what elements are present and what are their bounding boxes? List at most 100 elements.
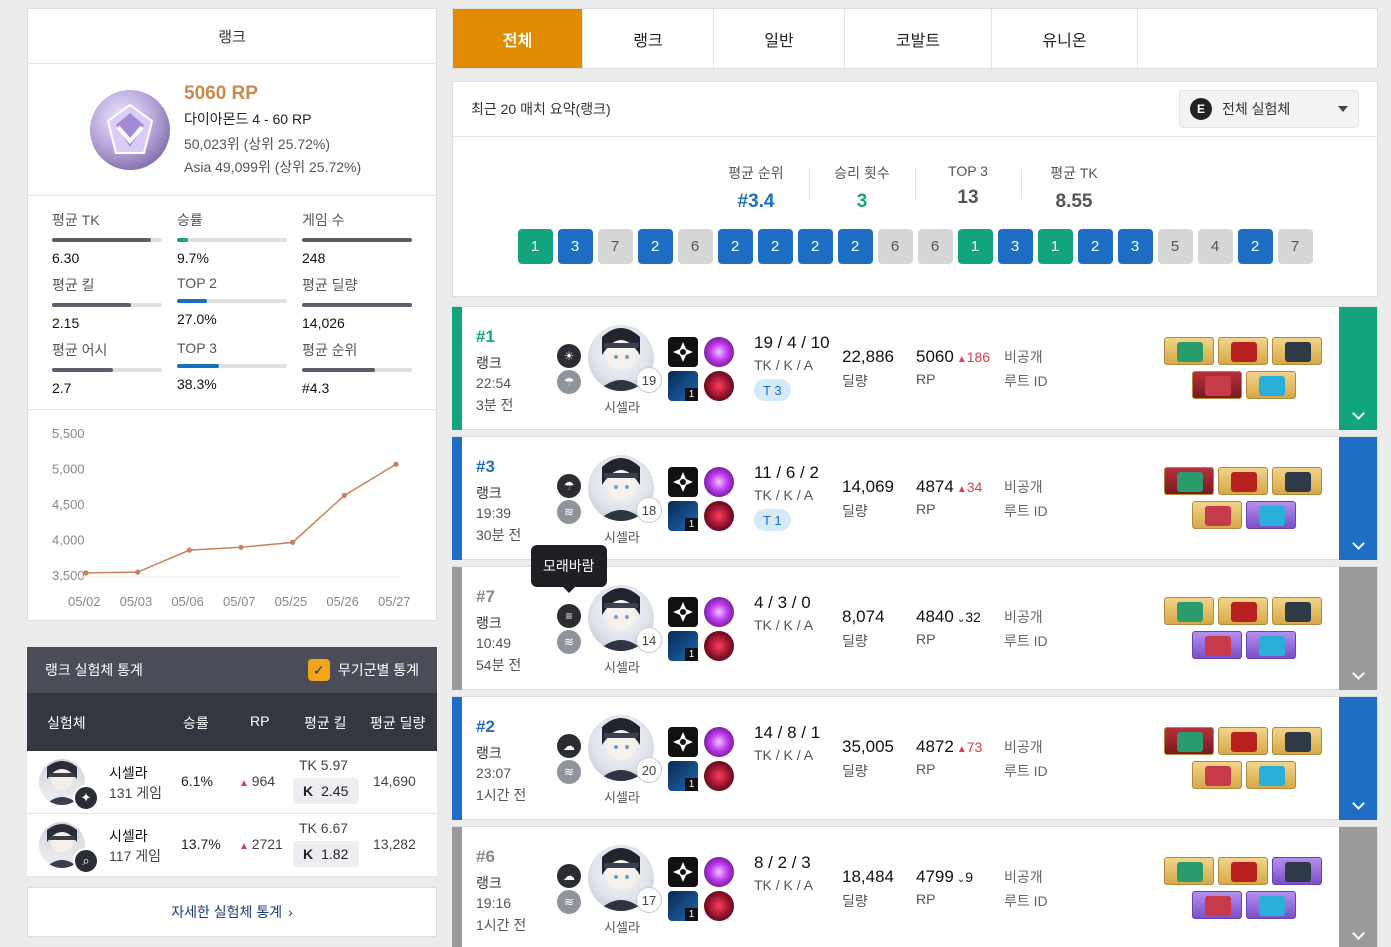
tab-4[interactable]: 유니온 <box>992 9 1138 68</box>
col-avg-dmg[interactable]: 평균 딜량 <box>370 713 425 733</box>
character-filter-select[interactable]: E 전체 실험체 <box>1179 90 1359 128</box>
placement-box[interactable]: 2 <box>837 229 873 264</box>
placement-box[interactable]: 6 <box>877 229 913 264</box>
tab-3[interactable]: 코발트 <box>845 9 992 68</box>
tab-0[interactable]: 전체 <box>453 9 583 68</box>
item-icon[interactable] <box>1218 597 1268 625</box>
match-route-id[interactable]: 루트 ID <box>1004 371 1048 391</box>
col-winrate[interactable]: 승률 <box>183 713 209 733</box>
placement-box[interactable]: 3 <box>557 229 593 264</box>
expand-match-button[interactable] <box>1339 437 1377 560</box>
item-icon[interactable] <box>1272 727 1322 755</box>
item-icon[interactable] <box>1218 467 1268 495</box>
item-icon[interactable] <box>1192 371 1242 399</box>
rp-data-point[interactable] <box>238 544 244 550</box>
match-ago: 30분 전 <box>476 527 522 543</box>
item-icon[interactable] <box>1192 891 1242 919</box>
rp-data-point[interactable] <box>393 461 399 467</box>
placement-box[interactable]: 5 <box>1157 229 1193 264</box>
placement-box[interactable]: 1 <box>1037 229 1073 264</box>
placement-box[interactable]: 3 <box>1117 229 1153 264</box>
placement-box[interactable]: 2 <box>1237 229 1273 264</box>
match-card[interactable]: #1 랭크 22:54 3분 전 ☀ ☂ 19 시셀라 1 19 / 4 / 10 TK / K /… <box>452 306 1378 430</box>
rp-data-point[interactable] <box>290 539 296 545</box>
item-icon[interactable] <box>1272 597 1322 625</box>
item-icon[interactable] <box>1246 631 1296 659</box>
item-icon[interactable] <box>1192 501 1242 529</box>
col-avg-kill[interactable]: 평균 킬 <box>304 713 347 733</box>
match-ago: 1시간 전 <box>476 917 527 933</box>
exp-stats-row[interactable]: ✦ 시셀라 131 게임 6.1% ▲ 964 TK 5.97 K 2.45 14,690 <box>27 751 437 814</box>
item-icon[interactable] <box>1164 597 1214 625</box>
tab-2[interactable]: 일반 <box>714 9 845 68</box>
placement-box[interactable]: 2 <box>717 229 753 264</box>
expand-match-button[interactable] <box>1339 307 1377 430</box>
item-icon[interactable] <box>1218 857 1268 885</box>
item-icon[interactable] <box>1246 761 1296 789</box>
wind-icon[interactable]: ≋ <box>557 760 581 784</box>
tab-1[interactable]: 랭크 <box>583 9 714 68</box>
placement-box[interactable]: 2 <box>797 229 833 264</box>
col-rp[interactable]: RP <box>250 713 269 729</box>
placement-box[interactable]: 6 <box>677 229 713 264</box>
expand-match-button[interactable] <box>1339 827 1377 947</box>
rain-cloud-icon[interactable]: ☂ <box>557 474 581 498</box>
item-icon[interactable] <box>1164 337 1214 365</box>
match-route-id[interactable]: 루트 ID <box>1004 761 1048 781</box>
placement-box[interactable]: 7 <box>1277 229 1313 264</box>
rp-data-point[interactable] <box>83 570 89 576</box>
item-icon[interactable] <box>1164 727 1214 755</box>
placement-box[interactable]: 6 <box>917 229 953 264</box>
item-icon[interactable] <box>1164 467 1214 495</box>
placement-box[interactable]: 4 <box>1197 229 1233 264</box>
match-card[interactable]: #2 랭크 23:07 1시간 전 ☁ ≋ 20 시셀라 1 14 / 8 / 1 TK / K /… <box>452 696 1378 820</box>
rain-cloud-icon[interactable]: ☂ <box>557 370 581 394</box>
global-rank: 50,023위 (상위 25.72%) <box>184 135 331 152</box>
match-route-id[interactable]: 루트 ID <box>1004 891 1048 911</box>
rp-data-point[interactable] <box>186 547 192 553</box>
placement-box[interactable]: 1 <box>517 229 553 264</box>
placement-box[interactable]: 2 <box>757 229 793 264</box>
item-icon[interactable] <box>1272 467 1322 495</box>
item-icon[interactable] <box>1164 857 1214 885</box>
item-icon[interactable] <box>1218 337 1268 365</box>
item-icon[interactable] <box>1246 501 1296 529</box>
match-card[interactable]: #6 랭크 19:16 1시간 전 ☁ ≋ 17 시셀라 1 8 / 2 / 3 TK / K / … <box>452 826 1378 947</box>
wind-icon[interactable]: ≋ <box>557 630 581 654</box>
item-icon[interactable] <box>1192 761 1242 789</box>
placement-box[interactable]: 1 <box>957 229 993 264</box>
cloud-icon[interactable]: ☁ <box>557 864 581 888</box>
match-card[interactable]: #3 랭크 19:39 30분 전 ☂ ≋ 18 시셀라 1 11 / 6 / 2 TK / K /… <box>452 436 1378 560</box>
placement-box[interactable]: 3 <box>997 229 1033 264</box>
placement-box[interactable]: 7 <box>597 229 633 264</box>
match-route-id[interactable]: 루트 ID <box>1004 631 1048 651</box>
expand-match-button[interactable] <box>1339 697 1377 820</box>
item-icon[interactable] <box>1192 631 1242 659</box>
wind-icon[interactable]: ≋ <box>557 890 581 914</box>
match-route-id[interactable]: 루트 ID <box>1004 501 1048 521</box>
rp-data-point[interactable] <box>341 492 347 499</box>
placement-box[interactable]: 2 <box>1077 229 1113 264</box>
placement-box[interactable]: 2 <box>637 229 673 264</box>
sun-icon[interactable]: ☀ <box>557 344 581 368</box>
item-glyph <box>1259 636 1285 656</box>
item-glyph <box>1205 636 1231 656</box>
exp-stats-row[interactable]: ⌕ 시셀라 117 게임 13.7% ▲ 2721 TK 6.67 K 1.82 13,282 <box>27 814 437 877</box>
sandstorm-icon[interactable]: ≡ <box>557 604 581 628</box>
item-glyph <box>1205 506 1231 526</box>
match-time: 10:49 <box>476 635 512 651</box>
item-icon[interactable] <box>1246 891 1296 919</box>
col-char[interactable]: 실험체 <box>47 713 86 733</box>
item-icon[interactable] <box>1218 727 1268 755</box>
item-icon[interactable] <box>1246 371 1296 399</box>
tactical-skill-level: 1 <box>685 908 698 921</box>
item-icon[interactable] <box>1272 337 1322 365</box>
weapon-stats-toggle[interactable]: ✓ 무기군별 통계 <box>307 659 419 681</box>
item-icon[interactable] <box>1272 857 1322 885</box>
rp-data-point[interactable] <box>135 569 141 575</box>
wind-icon[interactable]: ≋ <box>557 500 581 524</box>
expand-match-button[interactable] <box>1339 567 1377 690</box>
cloud-icon[interactable]: ☁ <box>557 734 581 758</box>
detailed-stats-link[interactable]: 자세한 실험체 통계 › <box>27 887 437 937</box>
checkbox-checked-icon[interactable]: ✓ <box>307 659 330 681</box>
